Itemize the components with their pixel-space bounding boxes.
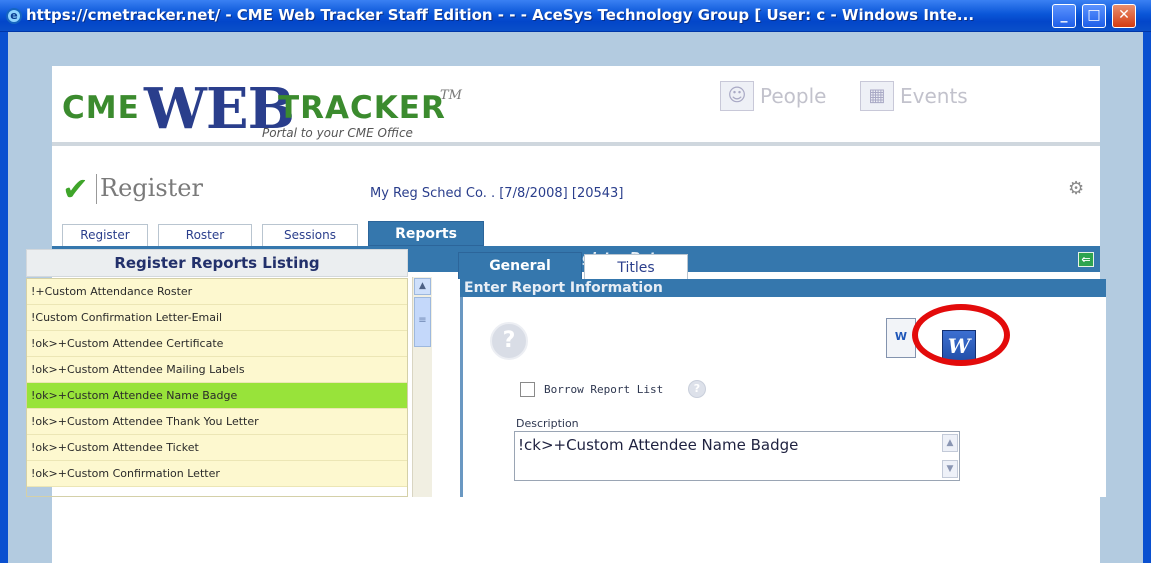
module-title: Register	[96, 174, 203, 204]
people-icon: ☺	[720, 81, 754, 111]
nav-events-label: Events	[900, 84, 968, 108]
nav-people[interactable]: ☺ People	[720, 78, 826, 114]
tab-roster[interactable]: Roster	[158, 224, 252, 246]
tab-general[interactable]: General	[458, 252, 582, 279]
logo-tagline: Portal to your CME Office	[262, 126, 413, 140]
description-scroll-up-icon[interactable]: ▲	[942, 434, 958, 452]
description-scroll-down-icon[interactable]: ▼	[942, 460, 958, 478]
window-title-bar[interactable]: e https://cmetracker.net/ - CME Web Trac…	[0, 0, 1151, 32]
window-frame-right	[1143, 32, 1151, 563]
reports-list-scrollbar[interactable]: ▲ ≡	[412, 277, 432, 497]
list-item[interactable]: !+Custom Attendance Roster	[27, 279, 407, 305]
logo-tracker: TRACKER	[278, 90, 446, 126]
panel-heading: Enter Report Information	[460, 279, 1106, 297]
description-value: !ck>+Custom Attendee Name Badge	[518, 436, 799, 454]
list-item[interactable]: !ok>+Custom Attendee Certificate	[27, 331, 407, 357]
help-icon[interactable]: ?	[490, 322, 528, 360]
list-item[interactable]: !ok>+Custom Attendee Thank You Letter	[27, 409, 407, 435]
list-item-selected[interactable]: !ok>+Custom Attendee Name Badge	[27, 383, 407, 409]
back-arrow-icon[interactable]: ⇐	[1078, 252, 1094, 267]
list-item[interactable]: !ok>+Custom Confirmation Letter	[27, 461, 407, 487]
logo-band: CME WEB TRACKER TM Portal to your CME Of…	[52, 66, 1100, 146]
tab-reports[interactable]: Reports	[368, 221, 484, 246]
scroll-up-arrow-icon[interactable]: ▲	[414, 278, 431, 295]
list-item[interactable]: !ok>+Custom Attendee Ticket	[27, 435, 407, 461]
nav-people-label: People	[760, 84, 827, 108]
logo-trademark: TM	[440, 88, 462, 103]
calendar-icon: ▦	[860, 81, 894, 111]
module-context: My Reg Sched Co. . [7/8/2008] [20543]	[370, 186, 624, 201]
scroll-thumb[interactable]: ≡	[414, 297, 431, 347]
close-button[interactable]: ✕	[1112, 4, 1136, 28]
module-tabs: Register Roster Sessions Reports	[52, 221, 1100, 246]
window-frame-left	[0, 32, 8, 563]
logo-cme: CME	[62, 90, 140, 126]
tab-titles[interactable]: Titles	[584, 254, 688, 279]
header-gap	[52, 146, 1100, 166]
help-small-icon[interactable]: ?	[688, 380, 706, 398]
highlight-circle	[912, 304, 1010, 366]
tools-icon[interactable]: ⚙	[1068, 178, 1084, 199]
list-item[interactable]: !Custom Confirmation Letter-Email	[27, 305, 407, 331]
ie-icon: e	[6, 8, 22, 24]
maximize-button[interactable]: □	[1082, 4, 1106, 28]
description-label: Description	[516, 417, 579, 430]
minimize-button[interactable]: _	[1052, 4, 1076, 28]
reports-list: !+Custom Attendance Roster !Custom Confi…	[26, 278, 408, 497]
window-title: https://cmetracker.net/ - CME Web Tracke…	[26, 6, 975, 24]
checkmark-icon: ✔	[62, 170, 89, 208]
tab-register[interactable]: Register	[62, 224, 148, 246]
nav-events[interactable]: ▦ Events	[860, 78, 968, 114]
tab-sessions[interactable]: Sessions	[262, 224, 358, 246]
list-item[interactable]: !ok>+Custom Attendee Mailing Labels	[27, 357, 407, 383]
reports-list-header: Register Reports Listing	[26, 249, 408, 277]
borrow-report-checkbox[interactable]	[520, 382, 535, 397]
borrow-report-label: Borrow Report List	[544, 383, 664, 396]
